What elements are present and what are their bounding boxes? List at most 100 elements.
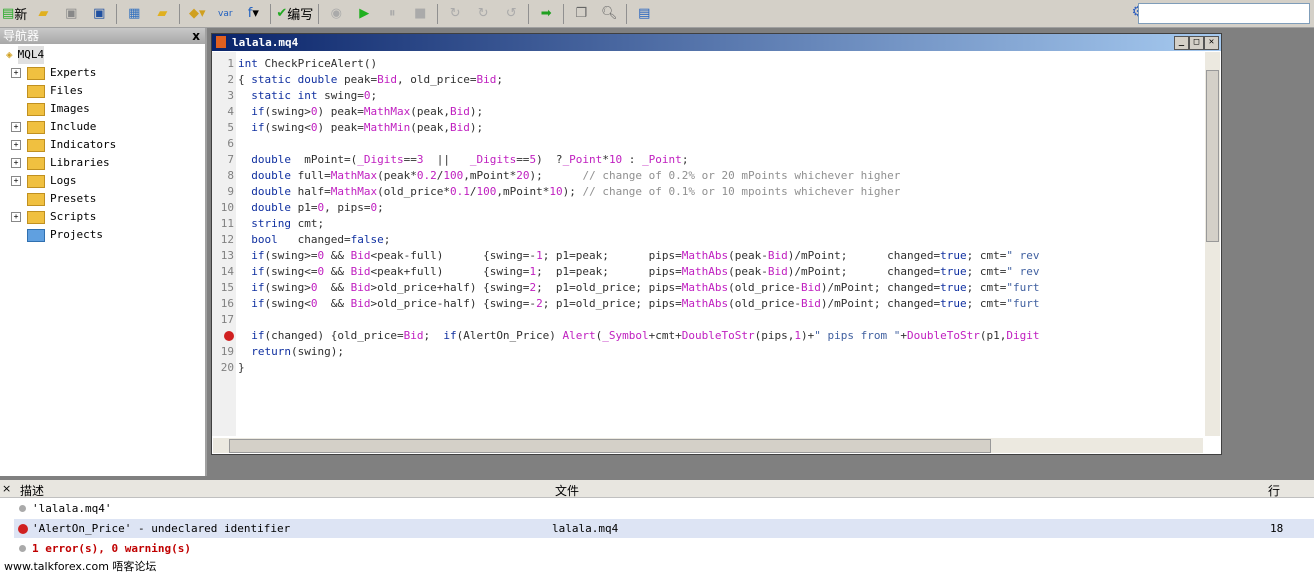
folder-icon bbox=[27, 192, 45, 206]
step-out-button[interactable]: ↺ bbox=[499, 3, 523, 25]
code-line[interactable]: double half=MathMax(old_price*0.1/100,mP… bbox=[238, 184, 1204, 200]
navigator-item[interactable]: + Experts bbox=[11, 64, 96, 82]
code-line[interactable]: if(swing>0 && Bid>old_price+half) {swing… bbox=[238, 280, 1204, 296]
error-row[interactable]: 1 error(s), 0 warning(s) bbox=[14, 539, 1314, 558]
save-button[interactable]: ▣ bbox=[59, 3, 83, 25]
code-line[interactable]: if(swing>0) peak=MathMax(peak,Bid); bbox=[238, 104, 1204, 120]
var-button[interactable]: var bbox=[213, 3, 237, 25]
navigator-item[interactable]: Projects bbox=[11, 226, 103, 244]
pause-icon: ⏸ bbox=[388, 6, 396, 21]
code-line[interactable]: static int swing=0; bbox=[238, 88, 1204, 104]
code-line[interactable]: if(swing<0) peak=MathMin(peak,Bid); bbox=[238, 120, 1204, 136]
go-button[interactable]: ➡ bbox=[534, 3, 558, 25]
code-line[interactable]: { static double peak=Bid, old_price=Bid; bbox=[238, 72, 1204, 88]
step-over-icon: ↻ bbox=[477, 6, 489, 21]
navigator-item[interactable]: Files bbox=[11, 82, 83, 100]
code-area[interactable]: int CheckPriceAlert(){ static double pea… bbox=[238, 56, 1204, 436]
error-row[interactable]: 'AlertOn_Price' - undeclared identifier l… bbox=[14, 519, 1314, 538]
scrollbar-thumb[interactable] bbox=[229, 439, 991, 453]
step-button[interactable]: ◉ bbox=[324, 3, 348, 25]
file-icon bbox=[216, 36, 226, 48]
expand-icon[interactable]: + bbox=[11, 122, 21, 132]
navigator-button[interactable]: ▦ bbox=[122, 3, 146, 25]
line-number: 3 bbox=[227, 89, 234, 102]
code-line[interactable]: bool changed=false; bbox=[238, 232, 1204, 248]
close-icon[interactable]: x bbox=[192, 28, 200, 44]
save-icon: ▣ bbox=[65, 6, 78, 21]
expand-icon[interactable]: + bbox=[11, 158, 21, 168]
code-line[interactable]: } bbox=[238, 360, 1204, 376]
step-into-button[interactable]: ↻ bbox=[443, 3, 467, 25]
navigator-item[interactable]: + Scripts bbox=[11, 208, 96, 226]
close-button[interactable]: ✕ bbox=[1204, 36, 1219, 50]
insert-button[interactable]: ◆▾ bbox=[185, 3, 209, 25]
navigator-panel: 导航器 x ◈ MQL4 + Experts Files Images + Include + I… bbox=[0, 28, 207, 476]
line-number: 14 bbox=[220, 265, 234, 278]
expand-icon[interactable]: + bbox=[11, 68, 21, 78]
line-number: 5 bbox=[227, 121, 234, 134]
column-description[interactable]: 描述 bbox=[20, 482, 44, 499]
navigator-item[interactable]: + Libraries bbox=[11, 154, 110, 172]
divider bbox=[270, 3, 272, 24]
new-button[interactable]: ▤ 新 bbox=[2, 3, 27, 25]
line-number: 1 bbox=[227, 57, 234, 70]
close-icon[interactable]: × bbox=[2, 482, 11, 495]
maximize-button[interactable]: □ bbox=[1189, 36, 1204, 50]
toolbar: ▤ 新 ▰ ▣ ▣ ▦ ▰ ◆▾ var f ▾ ✔ 编写 ◉ ▶ ⏸ ■ ↻ ↻ ↺… bbox=[0, 0, 1314, 28]
divider bbox=[318, 3, 320, 24]
code-line[interactable]: int CheckPriceAlert() bbox=[238, 56, 1204, 72]
open-button[interactable]: ▰ bbox=[31, 3, 55, 25]
code-line[interactable]: return(swing); bbox=[238, 344, 1204, 360]
navigator-item[interactable]: + Logs bbox=[11, 172, 77, 190]
code-line[interactable]: string cmt; bbox=[238, 216, 1204, 232]
code-line[interactable]: if(swing>=0 && Bid<peak-full) {swing=-1;… bbox=[238, 248, 1204, 264]
code-line[interactable] bbox=[238, 136, 1204, 152]
search-input[interactable] bbox=[1138, 3, 1310, 24]
files-button[interactable]: ▰ bbox=[150, 3, 174, 25]
compile-button[interactable]: ✔ 编写 bbox=[276, 3, 313, 25]
errors-panel: × 描述 文件 行 'lalala.mq4' 'AlertOn_Price' - … bbox=[0, 480, 1314, 578]
new-icon: ▤ bbox=[2, 6, 15, 21]
scrollbar-thumb[interactable] bbox=[1206, 70, 1219, 242]
expand-icon[interactable]: + bbox=[11, 212, 21, 222]
line-number: 11 bbox=[220, 217, 234, 230]
find-button[interactable]: 🔍︎ bbox=[597, 3, 621, 25]
column-file[interactable]: 文件 bbox=[555, 482, 579, 499]
error-row[interactable]: 'lalala.mq4' bbox=[14, 499, 1314, 518]
copy-button[interactable]: ❐ bbox=[569, 3, 593, 25]
start-button[interactable]: ▶ bbox=[352, 3, 376, 25]
minimize-button[interactable]: _ bbox=[1174, 36, 1189, 50]
code-line[interactable] bbox=[238, 312, 1204, 328]
expand-icon[interactable]: + bbox=[11, 140, 21, 150]
navigator-item[interactable]: + Indicators bbox=[11, 136, 116, 154]
pause-button[interactable]: ⏸ bbox=[380, 3, 404, 25]
code-line[interactable]: if(swing<0 && Bid>old_price-half) {swing… bbox=[238, 296, 1204, 312]
tree-root[interactable]: ◈ MQL4 bbox=[6, 46, 45, 64]
code-line[interactable]: if(changed) {old_price=Bid; if(AlertOn_P… bbox=[238, 328, 1204, 344]
save-all-button[interactable]: ▣ bbox=[87, 3, 111, 25]
stop-button[interactable]: ■ bbox=[408, 3, 432, 25]
navigator-item[interactable]: + Include bbox=[11, 118, 96, 136]
step-over-button[interactable]: ↻ bbox=[471, 3, 495, 25]
start-icon: ▶ bbox=[359, 6, 370, 21]
navigator-header: 导航器 x bbox=[0, 28, 205, 44]
line-number: 16 bbox=[220, 297, 234, 310]
line-number: 4 bbox=[227, 105, 234, 118]
vertical-scrollbar[interactable] bbox=[1205, 52, 1220, 436]
function-button[interactable]: f ▾ bbox=[241, 3, 265, 25]
mql4-icon: ◈ bbox=[6, 48, 13, 61]
code-line[interactable]: double mPoint=(_Digits==3 || _Digits==5)… bbox=[238, 152, 1204, 168]
code-line[interactable]: double p1=0, pips=0; bbox=[238, 200, 1204, 216]
navigator-item[interactable]: Images bbox=[11, 100, 90, 118]
navigator-icon: ▦ bbox=[128, 6, 141, 21]
horizontal-scrollbar[interactable] bbox=[213, 438, 1203, 453]
code-line[interactable]: double full=MathMax(peak*0.2/100,mPoint*… bbox=[238, 168, 1204, 184]
column-line[interactable]: 行 bbox=[1268, 482, 1280, 499]
step-out-icon: ↺ bbox=[505, 6, 517, 21]
function-icon: f bbox=[247, 6, 253, 21]
terminal-button[interactable]: ▤ bbox=[632, 3, 656, 25]
code-line[interactable]: if(swing<=0 && Bid<peak+full) {swing=1; … bbox=[238, 264, 1204, 280]
expand-icon[interactable]: + bbox=[11, 176, 21, 186]
navigator-item[interactable]: Presets bbox=[11, 190, 96, 208]
copy-icon: ❐ bbox=[575, 6, 588, 21]
